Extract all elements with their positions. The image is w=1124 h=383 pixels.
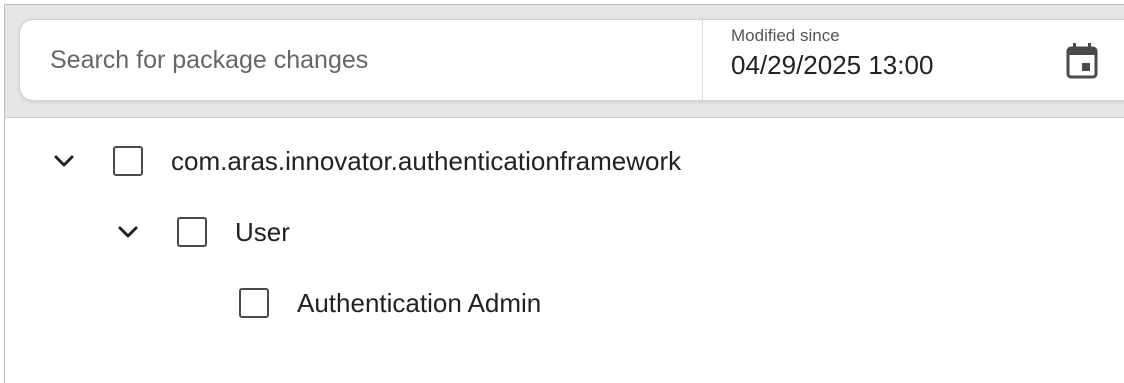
tree-node-checkbox[interactable] xyxy=(177,217,207,247)
tree-node[interactable]: com.aras.innovator.authenticationframewo… xyxy=(51,139,681,183)
search-input[interactable] xyxy=(20,20,702,100)
tree-node-checkbox[interactable] xyxy=(113,146,143,176)
tree-node-label: com.aras.innovator.authenticationframewo… xyxy=(171,145,682,176)
calendar-icon[interactable] xyxy=(1065,42,1099,80)
tree-node-label: Authentication Admin xyxy=(297,287,542,318)
tree-node[interactable]: User xyxy=(115,210,290,254)
filter-toolbar: Modified since 04/29/2025 13:00 xyxy=(5,5,1124,118)
package-changes-panel: Modified since 04/29/2025 13:00 com.aras… xyxy=(4,4,1124,383)
modified-since-field[interactable]: Modified since 04/29/2025 13:00 xyxy=(703,20,1124,100)
modified-since-value[interactable]: 04/29/2025 13:00 xyxy=(731,50,933,81)
tree-node[interactable]: Authentication Admin xyxy=(239,281,541,325)
chevron-down-icon[interactable] xyxy=(51,148,77,174)
chevron-down-icon[interactable] xyxy=(115,219,141,245)
modified-since-label: Modified since xyxy=(731,26,840,45)
tree-node-label: User xyxy=(235,216,290,247)
search-card: Modified since 04/29/2025 13:00 xyxy=(19,19,1124,101)
tree-node-checkbox[interactable] xyxy=(239,288,269,318)
